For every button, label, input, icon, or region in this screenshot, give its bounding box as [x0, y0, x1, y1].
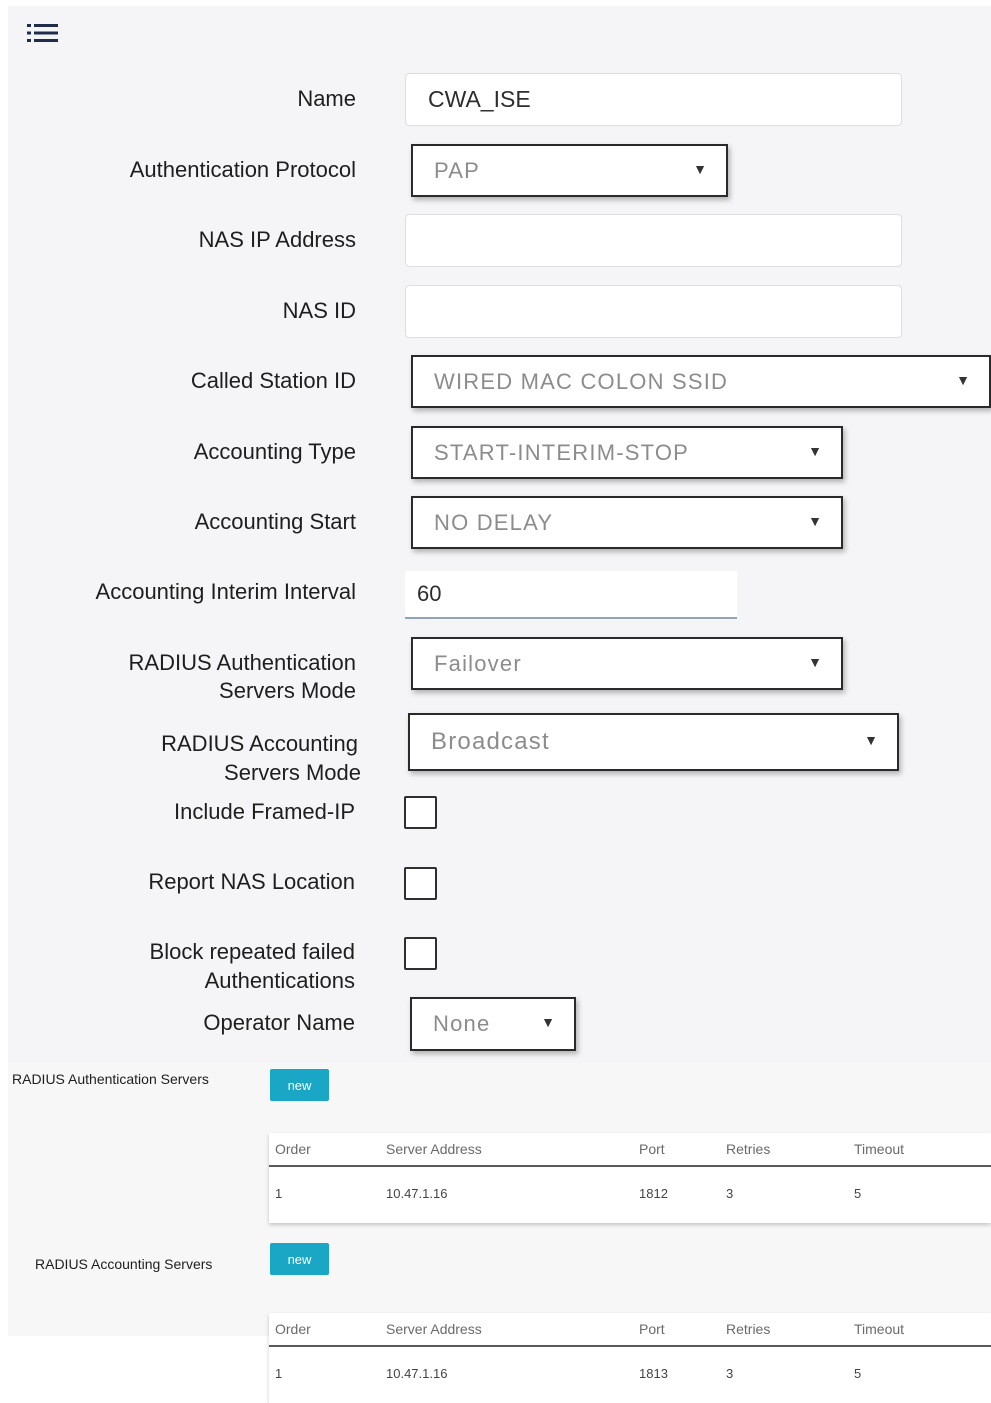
list-menu-icon[interactable]	[26, 22, 60, 44]
dropdown-arrow-icon: ▼	[693, 160, 707, 177]
column-header-server-address[interactable]: Server Address	[386, 1321, 482, 1337]
table-header: Order Server Address Port Retries Timeou…	[269, 1313, 991, 1347]
column-header-port[interactable]: Port	[639, 1141, 665, 1157]
report-nas-location-label: Report NAS Location	[148, 869, 355, 894]
called-station-id-select[interactable]: WIRED MAC COLON SSID ▼	[411, 355, 991, 408]
dropdown-arrow-icon: ▼	[808, 512, 822, 529]
interim-interval-label: Accounting Interim Interval	[95, 579, 356, 604]
column-header-timeout[interactable]: Timeout	[854, 1321, 904, 1337]
called-station-id-value: WIRED MAC COLON SSID	[434, 368, 729, 394]
dropdown-arrow-icon: ▼	[956, 371, 970, 388]
column-header-order[interactable]: Order	[275, 1141, 311, 1157]
accounting-start-value: NO DELAY	[434, 509, 554, 535]
cell-server-address: 10.47.1.16	[386, 1366, 448, 1381]
cell-order: 1	[275, 1186, 283, 1201]
name-label: Name	[297, 86, 356, 111]
cell-retries: 3	[726, 1186, 734, 1201]
radius-acct-mode-label-line1: RADIUS Accounting	[161, 731, 358, 756]
cell-port: 1813	[639, 1366, 668, 1381]
table-row[interactable]: 1 10.47.1.16 1812 3 5	[269, 1167, 991, 1223]
acct-servers-new-button[interactable]: new	[270, 1243, 329, 1275]
interim-interval-input[interactable]	[405, 571, 737, 619]
cell-timeout: 5	[854, 1186, 862, 1201]
operator-name-select[interactable]: None ▼	[410, 997, 576, 1051]
auth-protocol-select[interactable]: PAP ▼	[411, 144, 728, 197]
dropdown-arrow-icon: ▼	[808, 653, 822, 670]
auth-protocol-label: Authentication Protocol	[129, 157, 356, 182]
acct-servers-title: RADIUS Accounting Servers	[35, 1256, 213, 1272]
nas-ip-input[interactable]	[405, 214, 902, 267]
radius-auth-mode-value: Failover	[434, 650, 522, 676]
auth-servers-table: Order Server Address Port Retries Timeou…	[269, 1133, 991, 1223]
auth-protocol-value: PAP	[434, 157, 480, 183]
radius-acct-mode-value: Broadcast	[431, 728, 550, 755]
column-header-port[interactable]: Port	[639, 1321, 665, 1337]
column-header-retries[interactable]: Retries	[726, 1321, 770, 1337]
cell-port: 1812	[639, 1186, 668, 1201]
cell-server-address: 10.47.1.16	[386, 1186, 448, 1201]
block-failed-auth-checkbox[interactable]	[404, 937, 437, 970]
called-station-id-label: Called Station ID	[190, 368, 356, 393]
cell-order: 1	[275, 1366, 283, 1381]
radius-auth-mode-label-line2: Servers Mode	[219, 678, 356, 703]
radius-acct-mode-select[interactable]: Broadcast ▼	[408, 713, 899, 771]
accounting-start-select[interactable]: NO DELAY ▼	[411, 496, 843, 549]
nas-id-input[interactable]	[405, 285, 902, 338]
dropdown-arrow-icon: ▼	[864, 732, 878, 749]
dropdown-arrow-icon: ▼	[541, 1014, 555, 1031]
include-framed-ip-label: Include Framed-IP	[174, 799, 355, 824]
column-header-retries[interactable]: Retries	[726, 1141, 770, 1157]
cell-timeout: 5	[854, 1366, 862, 1381]
report-nas-location-checkbox[interactable]	[404, 867, 437, 900]
column-header-order[interactable]: Order	[275, 1321, 311, 1337]
radius-acct-mode-label-line2: Servers Mode	[224, 760, 361, 785]
table-row[interactable]: 1 10.47.1.16 1813 3 5	[269, 1347, 991, 1403]
nas-id-label: NAS ID	[282, 298, 356, 323]
cell-retries: 3	[726, 1366, 734, 1381]
accounting-type-label: Accounting Type	[193, 439, 356, 464]
include-framed-ip-checkbox[interactable]	[404, 796, 437, 829]
operator-name-value: None	[433, 1011, 491, 1036]
table-header: Order Server Address Port Retries Timeou…	[269, 1133, 991, 1167]
accounting-type-select[interactable]: START-INTERIM-STOP ▼	[411, 426, 843, 479]
accounting-start-label: Accounting Start	[194, 509, 356, 534]
auth-servers-title: RADIUS Authentication Servers	[12, 1071, 209, 1087]
name-input[interactable]	[405, 73, 902, 126]
block-failed-auth-label-line2: Authentications	[204, 968, 355, 993]
auth-servers-new-button[interactable]: new	[270, 1069, 329, 1101]
accounting-type-value: START-INTERIM-STOP	[434, 439, 690, 465]
column-header-timeout[interactable]: Timeout	[854, 1141, 904, 1157]
dropdown-arrow-icon: ▼	[808, 442, 822, 459]
operator-name-label: Operator Name	[203, 1010, 355, 1035]
acct-servers-table: Order Server Address Port Retries Timeou…	[269, 1313, 991, 1403]
radius-auth-mode-label-line1: RADIUS Authentication	[128, 650, 356, 675]
block-failed-auth-label-line1: Block repeated failed	[149, 939, 355, 964]
nas-ip-label: NAS IP Address	[198, 227, 356, 252]
radius-auth-mode-select[interactable]: Failover ▼	[411, 637, 843, 690]
column-header-server-address[interactable]: Server Address	[386, 1141, 482, 1157]
